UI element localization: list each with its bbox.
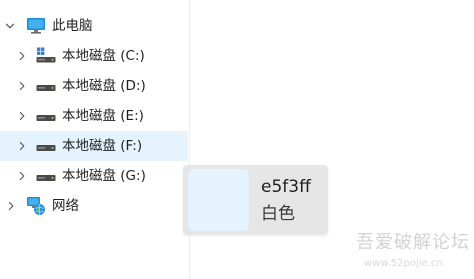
- tree-item-label: 网络: [52, 198, 79, 214]
- navigation-tree: 此电脑 本地磁盘 (C:) 本地磁盘 (D:) 本地磁盘 (E:) 本地磁盘 (…: [0, 0, 189, 279]
- color-swatch: [188, 169, 249, 231]
- drive-icon: [36, 107, 56, 125]
- chevron-down-icon[interactable]: [3, 19, 17, 33]
- tree-item-drive-c[interactable]: 本地磁盘 (C:): [0, 41, 188, 71]
- watermark: 吾爱破解论坛 www.52pojie.cn: [356, 232, 470, 276]
- tree-item-label: 此电脑: [52, 18, 93, 34]
- tree-item-label: 本地磁盘 (F:): [62, 138, 143, 154]
- chevron-right-icon[interactable]: [4, 199, 18, 213]
- watermark-url: www.52pojie.cn: [364, 258, 443, 269]
- tree-item-this-pc[interactable]: 此电脑: [0, 11, 188, 41]
- tree-item-drive-d[interactable]: 本地磁盘 (D:): [0, 71, 188, 101]
- tree-item-drive-f[interactable]: 本地磁盘 (F:): [0, 131, 188, 161]
- windows-drive-icon: [36, 47, 56, 65]
- drive-icon: [36, 167, 56, 185]
- tree-item-network[interactable]: 网络: [0, 191, 188, 221]
- tree-item-label: 本地磁盘 (C:): [62, 48, 145, 64]
- tree-item-label: 本地磁盘 (G:): [62, 168, 146, 184]
- color-hex-value: e5f3ff: [261, 177, 311, 197]
- network-icon: [26, 197, 46, 215]
- chevron-right-icon[interactable]: [15, 169, 29, 183]
- tree-item-label: 本地磁盘 (D:): [62, 78, 146, 94]
- pane-divider[interactable]: [189, 0, 190, 279]
- chevron-right-icon[interactable]: [15, 79, 29, 93]
- chevron-right-icon[interactable]: [15, 139, 29, 153]
- tree-item-label: 本地磁盘 (E:): [62, 108, 144, 124]
- tree-item-drive-e[interactable]: 本地磁盘 (E:): [0, 101, 188, 131]
- chevron-right-icon[interactable]: [15, 49, 29, 63]
- tree-item-drive-g[interactable]: 本地磁盘 (G:): [0, 161, 188, 191]
- chevron-right-icon[interactable]: [15, 109, 29, 123]
- color-name: 白色: [261, 204, 295, 224]
- computer-icon: [26, 17, 46, 35]
- watermark-text: 吾爱破解论坛: [356, 232, 470, 253]
- drive-icon: [36, 77, 56, 95]
- color-tooltip: e5f3ff 白色: [183, 165, 328, 235]
- drive-icon: [36, 137, 56, 155]
